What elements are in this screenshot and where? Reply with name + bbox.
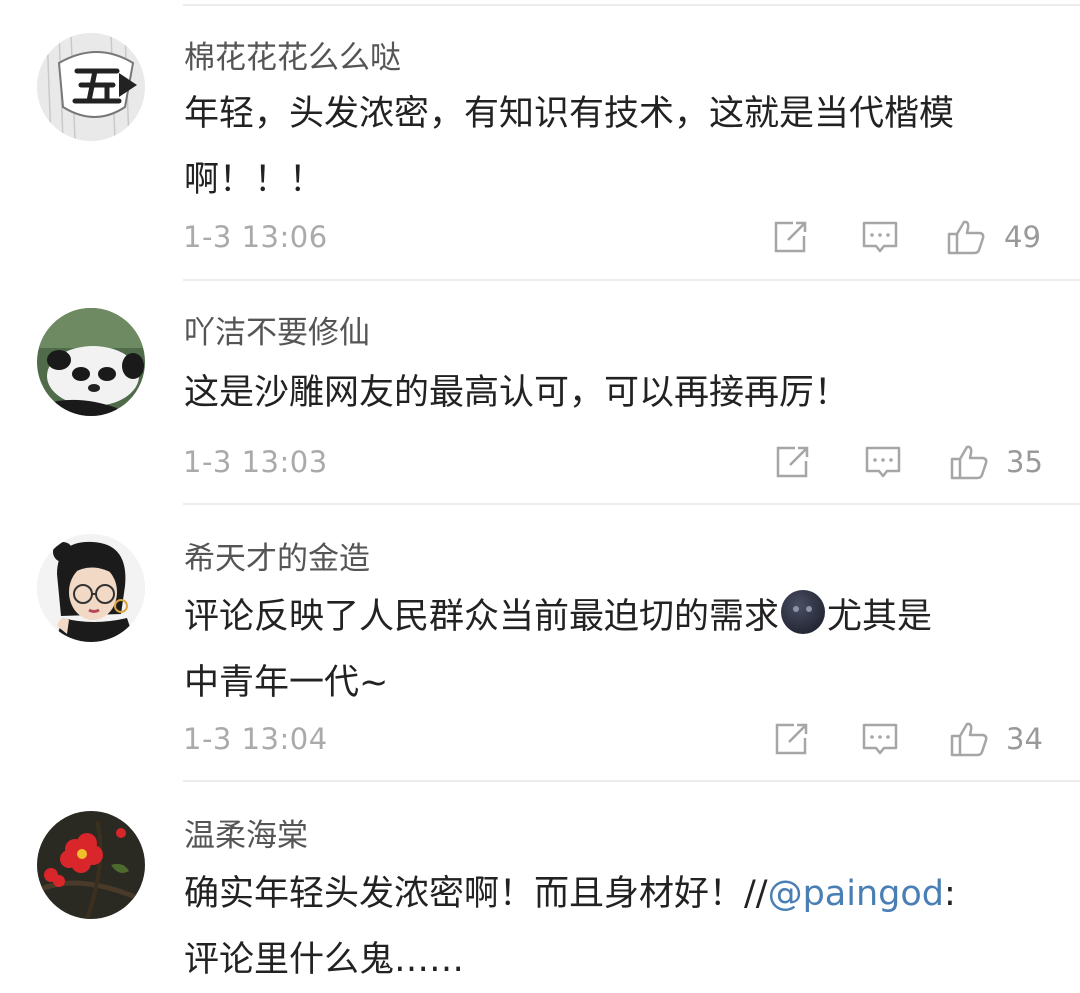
username[interactable]: 吖洁不要修仙 [184,311,370,355]
comment-icon [865,446,901,478]
comment-item: 温柔海棠 确实年轻头发浓密啊！而且身材好！//@paingod: 评论里什么鬼…… [0,784,1080,990]
thumbs-up-icon [947,220,985,255]
comment-text-line: 中青年一代~ [184,663,389,703]
panda-avatar-icon[interactable] [37,308,145,416]
like-button[interactable] [949,443,989,481]
like-button[interactable] [946,218,986,256]
forward-button[interactable] [773,443,813,481]
comment-text-line: 啊！！！ [184,160,325,200]
reply-button[interactable] [863,443,903,481]
like-count: 49 [1004,220,1041,254]
forward-icon [774,221,807,253]
comment-item: 吖洁不要修仙 这是沙雕网友的最高认可，可以再接再厉！ 1-3 13:03 35 [0,283,1080,505]
forward-button[interactable] [771,218,811,256]
timestamp: 1-3 13:06 [183,220,328,254]
comment-text-line: 年轻，头发浓密，有知识有技术，这就是当代楷模 [184,94,955,134]
divider [183,780,1080,782]
comment-item: 希天才的金造 评论反映了人民群众当前最迫切的需求 尤其是 中青年一代~ 1-3 1… [0,507,1080,782]
red-flower-avatar-icon[interactable] [37,811,145,919]
forward-icon [775,723,808,755]
comment-text-segment: 评论反映了人民群众当前最迫切的需求 [184,597,780,637]
mention-link[interactable]: @paingod [768,874,944,914]
comment-text-line: 评论里什么鬼…… [184,940,465,980]
comment-meta: 1-3 13:03 35 [0,437,1080,487]
reply-button[interactable] [860,720,900,758]
comment-feed: 棉花花花么么哒 年轻，头发浓密，有知识有技术，这就是当代楷模 啊！！！ 1-3 … [0,0,1080,990]
comment-icon [862,723,898,755]
comment-icon [862,221,898,253]
comment-item: 棉花花花么么哒 年轻，头发浓密，有知识有技术，这就是当代楷模 啊！！！ 1-3 … [0,6,1080,281]
divider [183,279,1080,281]
comment-text-segment: 尤其是 [827,597,933,637]
comment-text: 评论反映了人民群众当前最迫切的需求 尤其是 中青年一代~ [184,584,1054,716]
username[interactable]: 棉花花花么么哒 [184,36,401,80]
comment-meta: 1-3 13:06 49 [0,212,1080,262]
comment-text-segment: : [944,874,956,914]
thumbs-up-icon [950,722,988,757]
thumbs-up-icon [950,445,988,480]
comment-text-line: 确实年轻头发浓密啊！而且身材好！//@paingod: [184,861,1054,927]
username[interactable]: 温柔海棠 [184,814,308,858]
like-count: 34 [1006,722,1043,756]
girl-glasses-avatar-icon[interactable] [37,534,145,642]
calligraphy-avatar-icon[interactable] [37,33,145,141]
forward-icon [776,446,809,478]
like-count: 35 [1006,445,1043,479]
like-button[interactable] [949,720,989,758]
comment-text-line: 这是沙雕网友的最高认可，可以再接再厉！ [184,373,850,413]
comment-text: 年轻，头发浓密，有知识有技术，这就是当代楷模 啊！！！ [184,81,1054,213]
timestamp: 1-3 13:03 [183,445,328,479]
comment-text-segment: 确实年轻头发浓密啊！而且身材好！// [184,874,768,914]
reply-button[interactable] [860,218,900,256]
comment-text: 这是沙雕网友的最高认可，可以再接再厉！ [184,360,1054,426]
new-moon-face-emoji [781,590,826,634]
username[interactable]: 希天才的金造 [184,537,370,581]
comment-text: 确实年轻头发浓密啊！而且身材好！//@paingod: 评论里什么鬼…… [184,861,1054,993]
comment-meta: 1-3 13:04 34 [0,714,1080,764]
divider [183,503,1080,505]
comment-text-line: 评论反映了人民群众当前最迫切的需求 尤其是 [184,584,1054,650]
timestamp: 1-3 13:04 [183,722,328,756]
forward-button[interactable] [772,720,812,758]
